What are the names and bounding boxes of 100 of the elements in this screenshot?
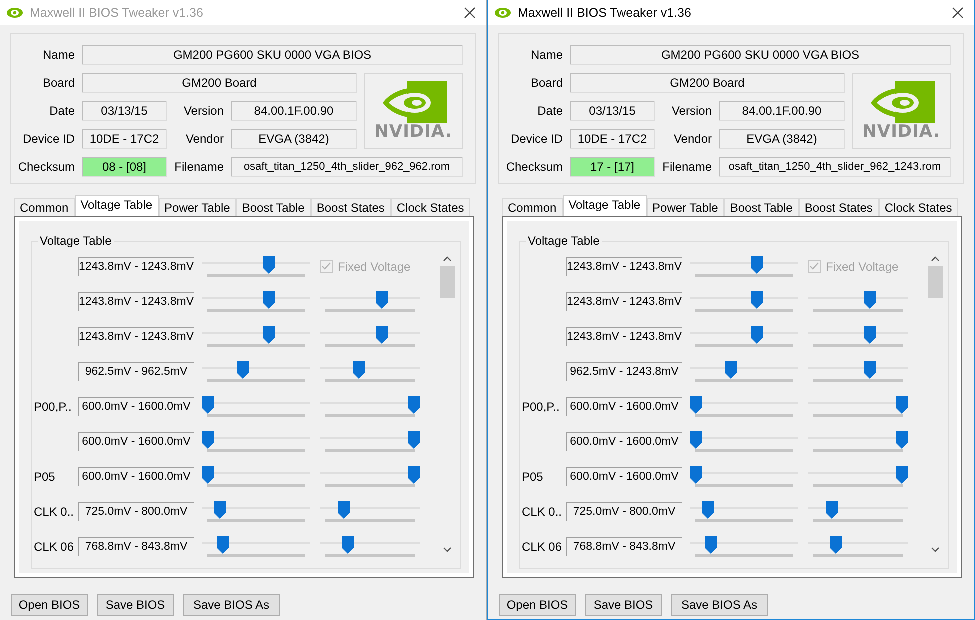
- close-icon[interactable]: [952, 6, 964, 18]
- slider-thumb[interactable]: [236, 360, 249, 378]
- slider[interactable]: [690, 536, 798, 558]
- tab[interactable]: Power Table: [646, 198, 724, 216]
- slider[interactable]: [808, 290, 908, 312]
- slider-thumb[interactable]: [724, 360, 737, 378]
- slider[interactable]: [320, 290, 420, 312]
- slider-thumb[interactable]: [864, 360, 876, 378]
- bios-button[interactable]: Save BIOS As: [671, 594, 768, 616]
- slider-thumb[interactable]: [864, 290, 876, 308]
- slider[interactable]: [320, 430, 420, 452]
- tab[interactable]: Boost Table: [724, 198, 799, 216]
- tab[interactable]: Boost States: [798, 198, 879, 216]
- slider-thumb[interactable]: [263, 256, 276, 274]
- slider[interactable]: [690, 396, 798, 418]
- field-label: Date: [536, 104, 563, 118]
- slider-thumb[interactable]: [751, 290, 764, 308]
- slider[interactable]: [320, 396, 420, 418]
- slider[interactable]: [202, 326, 310, 348]
- slider[interactable]: [690, 290, 798, 312]
- slider[interactable]: [320, 466, 420, 488]
- slider[interactable]: [808, 396, 908, 418]
- slider-thumb[interactable]: [217, 536, 230, 554]
- slider[interactable]: [320, 360, 420, 382]
- slider[interactable]: [202, 396, 310, 418]
- slider[interactable]: [202, 500, 310, 522]
- slider-thumb[interactable]: [830, 536, 842, 554]
- slider-thumb[interactable]: [751, 326, 764, 344]
- slider-thumb[interactable]: [338, 500, 350, 518]
- vendor-field: EVGA (3842): [231, 129, 357, 149]
- slider-thumb[interactable]: [352, 360, 365, 378]
- field-label: Device ID: [510, 132, 563, 146]
- field-label: Board: [530, 76, 563, 90]
- slider-thumb[interactable]: [896, 430, 908, 448]
- range-field: 725.0mV - 800.0mV: [78, 502, 194, 521]
- device-field: 10DE - 17C2: [82, 129, 167, 149]
- slider-thumb[interactable]: [263, 290, 276, 308]
- slider[interactable]: [320, 326, 420, 348]
- slider[interactable]: [690, 360, 798, 382]
- slider-thumb[interactable]: [690, 466, 702, 484]
- slider-thumb[interactable]: [202, 466, 214, 484]
- field-label: Checksum: [17, 160, 75, 174]
- slider[interactable]: [690, 500, 798, 522]
- slider-thumb[interactable]: [214, 500, 226, 518]
- range-field: 725.0mV - 800.0mV: [566, 502, 682, 521]
- slider-thumb[interactable]: [408, 466, 420, 484]
- slider[interactable]: [320, 536, 420, 558]
- range-field: 1243.8mV - 1243.8mV: [566, 257, 682, 276]
- slider[interactable]: [202, 256, 310, 278]
- slider-thumb[interactable]: [263, 326, 276, 344]
- slider[interactable]: [202, 290, 310, 312]
- slider-thumb[interactable]: [202, 430, 214, 448]
- bios-button[interactable]: Save BIOS: [585, 594, 662, 616]
- slider-thumb[interactable]: [408, 396, 420, 414]
- slider-thumb[interactable]: [864, 326, 876, 344]
- field-label: Name: [42, 48, 75, 62]
- slider[interactable]: [202, 360, 310, 382]
- slider-thumb[interactable]: [690, 430, 702, 448]
- tab[interactable]: Voltage Table: [562, 195, 647, 216]
- slider[interactable]: [320, 500, 420, 522]
- slider[interactable]: [690, 430, 798, 452]
- slider-thumb[interactable]: [826, 500, 838, 518]
- tab[interactable]: Common: [502, 198, 563, 216]
- slider-thumb[interactable]: [342, 536, 354, 554]
- slider-thumb[interactable]: [896, 466, 908, 484]
- slider-thumb[interactable]: [702, 500, 714, 518]
- slider[interactable]: [808, 500, 908, 522]
- slider[interactable]: [808, 360, 908, 382]
- slider[interactable]: [808, 430, 908, 452]
- slider[interactable]: [202, 536, 310, 558]
- row-label: CLK 0..: [522, 504, 562, 518]
- slider[interactable]: [690, 466, 798, 488]
- slider-thumb[interactable]: [896, 396, 908, 414]
- slider-thumb[interactable]: [376, 326, 388, 344]
- scrollbar-thumb[interactable]: [928, 266, 943, 298]
- slider[interactable]: [808, 326, 908, 348]
- slider-thumb[interactable]: [751, 256, 764, 274]
- range-field: 1243.8mV - 1243.8mV: [566, 327, 682, 346]
- device-field: 10DE - 17C2: [570, 129, 655, 149]
- slider[interactable]: [202, 430, 310, 452]
- group-title: Voltage Table: [38, 234, 114, 248]
- slider[interactable]: [808, 466, 908, 488]
- slider[interactable]: [690, 326, 798, 348]
- slider[interactable]: [690, 256, 798, 278]
- eye-logo-icon: [494, 6, 512, 18]
- slider-thumb[interactable]: [705, 536, 718, 554]
- window-title: Maxwell II BIOS Tweaker v1.36: [30, 6, 204, 20]
- slider-thumb[interactable]: [408, 430, 420, 448]
- board-field: GM200 Board: [570, 73, 845, 93]
- range-field: 600.0mV - 1600.0mV: [78, 432, 194, 451]
- scrollbar-thumb[interactable]: [440, 266, 455, 298]
- slider[interactable]: [808, 536, 908, 558]
- slider[interactable]: [202, 466, 310, 488]
- slider-thumb[interactable]: [376, 290, 388, 308]
- filename-field: osaft_titan_1250_4th_slider_962_1243.rom: [719, 157, 951, 177]
- slider-thumb[interactable]: [690, 396, 702, 414]
- range-field: 962.5mV - 962.5mV: [78, 362, 194, 381]
- bios-button[interactable]: Open BIOS: [499, 594, 576, 616]
- tab[interactable]: Clock States: [878, 198, 958, 216]
- slider-thumb[interactable]: [202, 396, 214, 414]
